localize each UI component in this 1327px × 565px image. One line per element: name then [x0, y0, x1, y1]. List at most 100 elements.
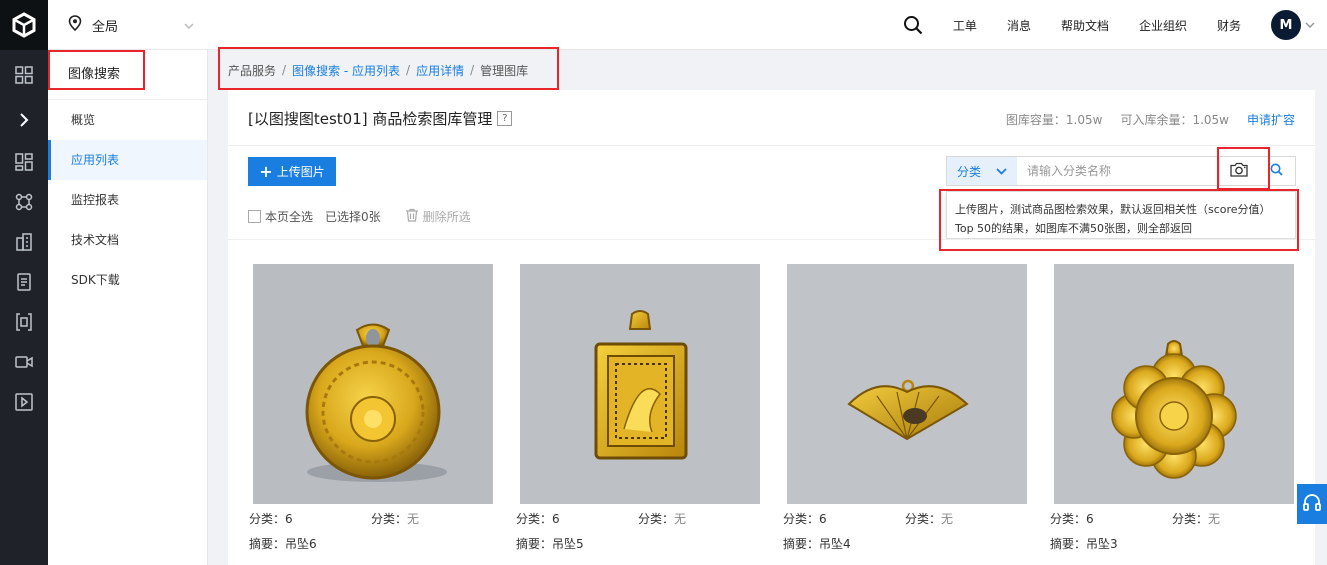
- product-meta: 分类：6 分类：无 摘要：吊坠4: [783, 504, 1027, 554]
- product-sidebar: 图像搜索 概览 应用列表 监控报表 技术文档 SDK下载: [48, 50, 208, 565]
- product-card[interactable]: 分类：6 分类：无 摘要：吊坠4: [783, 264, 1027, 554]
- category-search-input[interactable]: [1017, 157, 1219, 185]
- video-icon[interactable]: [9, 349, 39, 375]
- class-value: 无: [674, 512, 687, 526]
- breadcrumb-separator: /: [282, 63, 287, 77]
- page-title-text: [以图搜图test01] 商品检索图库管理: [248, 110, 493, 128]
- nav-finance[interactable]: 财务: [1217, 17, 1241, 34]
- global-rail: [0, 0, 48, 565]
- select-all-checkbox[interactable]: [248, 210, 261, 223]
- delete-selected-button[interactable]: 删除所选: [405, 208, 471, 225]
- upload-label: 上传图片: [276, 165, 325, 179]
- breadcrumb-item-current: 管理图库: [480, 63, 529, 78]
- summary-value: 吊坠5: [552, 537, 584, 551]
- gallery-card: [以图搜图test01] 商品检索图库管理 ? 图库容量：1.05w 可入库余量…: [228, 90, 1315, 565]
- avatar-chevron-icon[interactable]: [1305, 22, 1315, 28]
- capacity-text: 图库容量：1.05w: [1005, 113, 1103, 127]
- avatar[interactable]: M: [1271, 10, 1301, 40]
- product-meta: 分类：6 分类：无 摘要：吊坠3: [1050, 504, 1294, 554]
- chevron-down-icon: [996, 164, 1007, 178]
- product-image[interactable]: [787, 264, 1027, 504]
- search-icon: [1270, 163, 1283, 179]
- product-meta: 分类：6 分类：无 摘要：吊坠5: [516, 504, 760, 554]
- class-key: 分类：: [1172, 512, 1209, 526]
- nav-help-docs[interactable]: 帮助文档: [1061, 17, 1109, 34]
- summary-key: 摘要：: [783, 537, 820, 551]
- selection-bar: 本页全选 已选择0张 删除所选: [248, 208, 471, 225]
- floating-support-button[interactable]: [1297, 484, 1327, 524]
- breadcrumb-separator: /: [406, 63, 411, 77]
- class-key: 分类：: [905, 512, 942, 526]
- sidebar-item-overview[interactable]: 概览: [48, 100, 207, 140]
- search-button[interactable]: [1257, 157, 1295, 185]
- remaining-text: 可入库余量：1.05w: [1120, 113, 1229, 127]
- breadcrumb-item-products: 产品服务: [228, 63, 277, 78]
- selected-count: 已选择0张: [325, 210, 381, 224]
- breadcrumb-separator: /: [470, 63, 475, 77]
- grid-icon[interactable]: [9, 62, 39, 88]
- category-dropdown-label: 分类: [957, 164, 982, 179]
- category-value: 6: [285, 512, 293, 526]
- region-selector[interactable]: 全局: [68, 0, 194, 50]
- plus-icon: +: [259, 161, 273, 181]
- trash-icon: [405, 208, 419, 225]
- product-card[interactable]: 分类：6 分类：无 摘要：吊坠3: [1050, 264, 1294, 554]
- sidebar-item-monitoring[interactable]: 监控报表: [48, 180, 207, 220]
- logo-icon[interactable]: [0, 0, 48, 50]
- chevron-down-icon: [184, 18, 194, 33]
- camera-icon: [1229, 162, 1248, 180]
- nav-organization[interactable]: 企业组织: [1139, 17, 1187, 34]
- product-card[interactable]: 分类：6 分类：无 摘要：吊坠5: [516, 264, 760, 554]
- sidebar-item-app-list[interactable]: 应用列表: [48, 140, 207, 180]
- class-value: 无: [941, 512, 954, 526]
- headset-icon: [1302, 493, 1322, 516]
- document-icon[interactable]: [9, 269, 39, 295]
- upload-image-button[interactable]: + 上传图片: [248, 157, 336, 186]
- class-value: 无: [407, 512, 420, 526]
- camera-tooltip: 上传图片，测试商品图检索效果，默认返回相关性（score分值）Top 50的结果…: [946, 191, 1296, 239]
- select-all-label[interactable]: 本页全选: [265, 208, 313, 225]
- product-image[interactable]: [253, 264, 493, 504]
- breadcrumb-item-app-detail[interactable]: 应用详情: [416, 62, 464, 79]
- product-image[interactable]: [520, 264, 760, 504]
- nav-tickets[interactable]: 工单: [953, 17, 977, 34]
- dashboard-icon[interactable]: [9, 149, 39, 175]
- play-icon[interactable]: [9, 389, 39, 415]
- nav-messages[interactable]: 消息: [1007, 17, 1031, 34]
- camera-upload-button[interactable]: [1219, 157, 1257, 185]
- category-dropdown[interactable]: 分类: [947, 157, 1017, 185]
- page-title: [以图搜图test01] 商品检索图库管理 ?: [248, 108, 513, 129]
- class-key: 分类：: [371, 512, 408, 526]
- divider: [228, 145, 1315, 146]
- summary-value: 吊坠6: [285, 537, 317, 551]
- category-key: 分类：: [783, 512, 820, 526]
- header-nav: 工单 消息 帮助文档 企业组织 财务 M: [903, 0, 1327, 50]
- expand-capacity-link[interactable]: 申请扩容: [1247, 111, 1295, 128]
- search-icon[interactable]: [903, 15, 923, 35]
- category-search: 分类: [946, 156, 1296, 186]
- sidebar-item-tech-docs[interactable]: 技术文档: [48, 220, 207, 260]
- sidebar-item-sdk-download[interactable]: SDK下载: [48, 260, 207, 300]
- help-icon[interactable]: ?: [497, 111, 513, 126]
- building-icon[interactable]: [9, 229, 39, 255]
- product-meta: 分类：6 分类：无 摘要：吊坠6: [249, 504, 493, 554]
- breadcrumb-item-app-list[interactable]: 图像搜索 - 应用列表: [292, 62, 400, 79]
- expand-arrow-icon[interactable]: [9, 107, 39, 133]
- location-pin-icon: [68, 15, 82, 35]
- summary-key: 摘要：: [1050, 537, 1087, 551]
- class-value: 无: [1208, 512, 1221, 526]
- category-key: 分类：: [516, 512, 553, 526]
- summary-key: 摘要：: [516, 537, 553, 551]
- product-card[interactable]: 分类：6 分类：无 摘要：吊坠6: [249, 264, 493, 554]
- top-header: 全局 工单 消息 帮助文档 企业组织 财务 M: [48, 0, 1327, 50]
- capacity-info: 图库容量：1.05w 可入库余量：1.05w 申请扩容: [1006, 111, 1295, 128]
- product-image[interactable]: [1054, 264, 1294, 504]
- category-value: 6: [552, 512, 560, 526]
- summary-value: 吊坠3: [1086, 537, 1118, 551]
- brackets-icon[interactable]: [9, 309, 39, 335]
- category-key: 分类：: [1050, 512, 1087, 526]
- network-icon[interactable]: [9, 189, 39, 215]
- class-key: 分类：: [638, 512, 675, 526]
- sidebar-title: 图像搜索: [48, 50, 207, 100]
- breadcrumb: 产品服务 / 图像搜索 - 应用列表 / 应用详情 / 管理图库: [228, 50, 528, 90]
